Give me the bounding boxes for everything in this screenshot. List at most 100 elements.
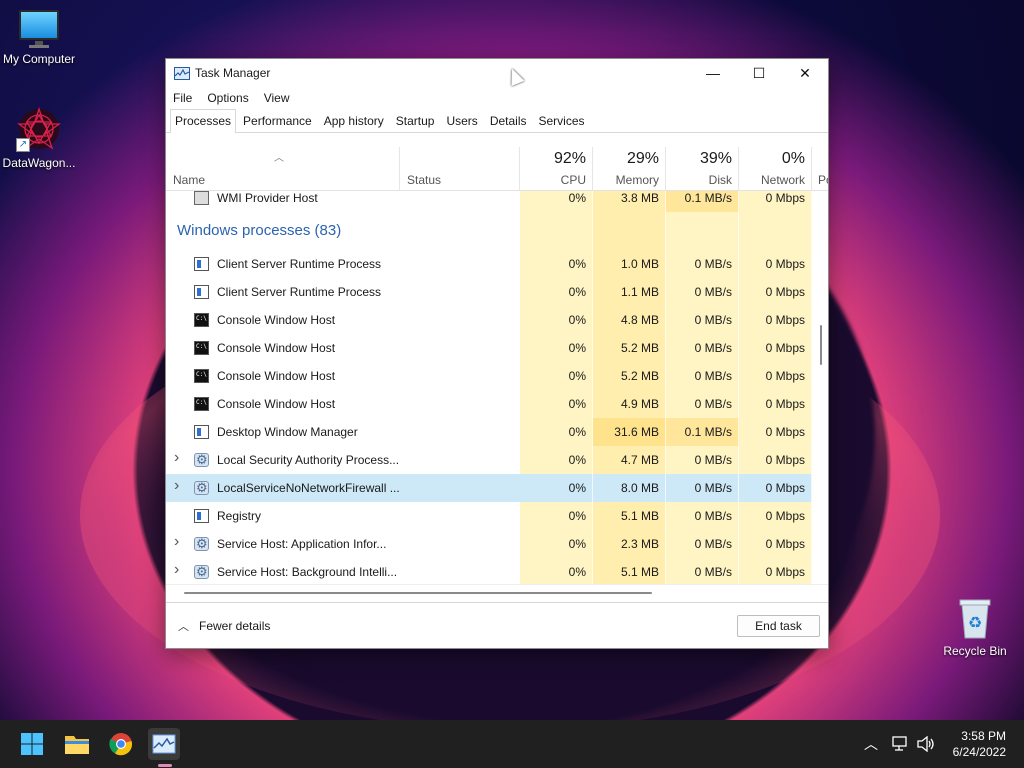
memory-cell: 5.1 MB — [593, 502, 666, 530]
cpu-cell: 0% — [520, 334, 593, 362]
menu-options[interactable]: Options — [207, 91, 248, 105]
menu-file[interactable]: File — [173, 91, 192, 105]
desktop-icon-recycle-bin[interactable]: ♻ Recycle Bin — [933, 598, 1017, 658]
desktop-icon-my-computer[interactable]: My Computer — [0, 10, 81, 66]
tab-bar: Processes Performance App history Startu… — [166, 109, 828, 133]
chevron-right-icon[interactable]: › — [174, 449, 179, 467]
cpu-cell: 0% — [520, 418, 593, 446]
fewer-details-button[interactable]: ︿ Fewer details — [178, 618, 270, 634]
tab-app-history[interactable]: App history — [319, 110, 389, 132]
cpu-cell: 0% — [520, 558, 593, 584]
end-task-button[interactable]: End task — [737, 615, 820, 637]
table-row[interactable]: Console Window Host 0%5.2 MB0 MB/s0 Mbps — [166, 362, 813, 390]
cpu-cell: 0% — [520, 390, 593, 418]
table-row[interactable]: Desktop Window Manager 0% 31.6 MB 0.1 MB/s 0… — [166, 418, 813, 446]
memory-cell: 5.2 MB — [593, 362, 666, 390]
fewer-details-label: Fewer details — [199, 619, 271, 633]
chevron-right-icon[interactable]: › — [174, 533, 179, 551]
chevron-right-icon[interactable]: › — [174, 477, 179, 495]
table-row[interactable]: › Service Host: Application Infor... 0%2.3… — [166, 530, 813, 558]
column-header-network[interactable]: 0% Network — [739, 147, 812, 191]
memory-cell: 8.0 MB — [593, 474, 666, 502]
tab-services[interactable]: Services — [534, 110, 590, 132]
taskbar: ︿ 3:58 PM 6/24/2022 — [0, 720, 1024, 768]
file-explorer-icon[interactable] — [61, 728, 93, 760]
show-hidden-icons-button[interactable]: ︿ — [864, 720, 878, 768]
table-row[interactable]: Console Window Host 0%5.2 MB0 MB/s0 Mbps — [166, 334, 813, 362]
tab-performance[interactable]: Performance — [238, 110, 317, 132]
name-cell: › Service Host: Background Intelli... — [166, 558, 520, 584]
horizontal-scrollbar[interactable] — [166, 584, 828, 600]
desktop-icon-label: DataWagon... — [2, 156, 76, 170]
table-row[interactable]: WMI Provider Host 0% 3.8 MB 0.1 MB/s 0 Mbps — [166, 191, 813, 212]
minimize-button[interactable]: — — [690, 59, 736, 87]
console-icon — [194, 369, 209, 383]
group-header[interactable]: Windows processes (83) — [166, 212, 813, 250]
desktop-icon-label: My Computer — [2, 52, 76, 66]
process-name: Console Window Host — [217, 341, 336, 355]
column-header-cpu[interactable]: 92% CPU — [520, 147, 593, 191]
table-row[interactable]: › LocalServiceNoNetworkFirewall ... 0%8.0 … — [166, 474, 813, 502]
column-header-memory[interactable]: 29% Memory — [593, 147, 666, 191]
table-row[interactable]: Client Server Runtime Process 0% 1.0 MB 0 M… — [166, 250, 813, 278]
name-cell: WMI Provider Host — [166, 191, 520, 212]
disk-cell: 0 MB/s — [666, 306, 739, 334]
memory-cell: 4.7 MB — [593, 446, 666, 474]
memory-cell: 1.1 MB — [593, 278, 666, 306]
column-header-status[interactable]: Status — [400, 147, 520, 191]
disk-cell: 0 MB/s — [666, 474, 739, 502]
vertical-scroll-thumb[interactable] — [820, 325, 822, 365]
table-row[interactable]: › Service Host: Background Intelli... 0%5.… — [166, 558, 813, 584]
horizontal-scroll-thumb[interactable] — [184, 592, 652, 594]
tab-processes[interactable]: Processes — [170, 109, 237, 133]
process-name: Local Security Authority Process... — [217, 453, 400, 467]
column-header-power[interactable]: Po — [812, 147, 828, 191]
sort-ascending-icon: ︿ — [274, 153, 284, 164]
column-header-name[interactable]: ︿ Name — [166, 147, 400, 191]
name-cell: › Local Security Authority Process... — [166, 446, 520, 474]
menu-view[interactable]: View — [264, 91, 290, 105]
memory-cell: 3.8 MB — [593, 191, 666, 212]
network-cell: 0 Mbps — [739, 362, 812, 390]
table-row[interactable]: Registry 0% 5.1 MB 0 MB/s 0 Mbps — [166, 502, 813, 530]
maximize-button[interactable]: ☐ — [736, 59, 782, 87]
name-cell: › LocalServiceNoNetworkFirewall ... — [166, 474, 520, 502]
title-bar[interactable]: Task Manager — ☐ ✕ — [166, 59, 828, 87]
chrome-icon[interactable] — [105, 728, 137, 760]
tab-users[interactable]: Users — [441, 110, 482, 132]
desktop-icon-datawagon[interactable]: ↗ DataWagon... — [0, 106, 81, 170]
tab-startup[interactable]: Startup — [391, 110, 440, 132]
start-icon[interactable] — [16, 728, 48, 760]
footer: ︿ Fewer details End task — [166, 602, 828, 648]
gear-icon — [194, 564, 209, 580]
table-row[interactable]: › Local Security Authority Process... 0%4.… — [166, 446, 813, 474]
name-cell: Console Window Host — [166, 390, 520, 418]
gear-icon — [194, 452, 209, 468]
volume-icon[interactable] — [917, 720, 935, 768]
table-row[interactable]: Console Window Host 0%4.8 MB0 MB/s0 Mbps — [166, 306, 813, 334]
system-clock[interactable]: 3:58 PM 6/24/2022 — [953, 728, 1006, 760]
svg-text:♻: ♻ — [968, 613, 982, 632]
task-manager-window: Task Manager — ☐ ✕ File Options View Pro… — [165, 58, 829, 649]
table-row[interactable]: Client Server Runtime Process 0% 1.1 MB 0 M… — [166, 278, 813, 306]
name-cell: Windows processes (83) — [166, 212, 520, 250]
disk-cell: 0 MB/s — [666, 362, 739, 390]
cpu-cell: 0% — [520, 306, 593, 334]
process-name: Service Host: Background Intelli... — [217, 565, 398, 579]
task-manager-icon[interactable] — [148, 728, 180, 760]
tab-details[interactable]: Details — [485, 110, 532, 132]
process-name: Console Window Host — [217, 397, 336, 411]
column-label: Name — [173, 173, 206, 187]
vertical-scrollbar[interactable] — [813, 191, 828, 584]
chevron-right-icon[interactable]: › — [174, 561, 179, 579]
close-button[interactable]: ✕ — [782, 59, 828, 87]
network-cell: 0 Mbps — [739, 530, 812, 558]
column-header-disk[interactable]: 39% Disk — [666, 147, 739, 191]
network-icon[interactable] — [892, 720, 910, 768]
table-row[interactable]: Console Window Host 0%4.9 MB0 MB/s0 Mbps — [166, 390, 813, 418]
desktop-icon-label: Recycle Bin — [943, 644, 1007, 658]
clock-time: 3:58 PM — [961, 729, 1006, 743]
memory-cell: 4.8 MB — [593, 306, 666, 334]
cpu-cell: 0% — [520, 362, 593, 390]
network-cell: 0 Mbps — [739, 334, 812, 362]
